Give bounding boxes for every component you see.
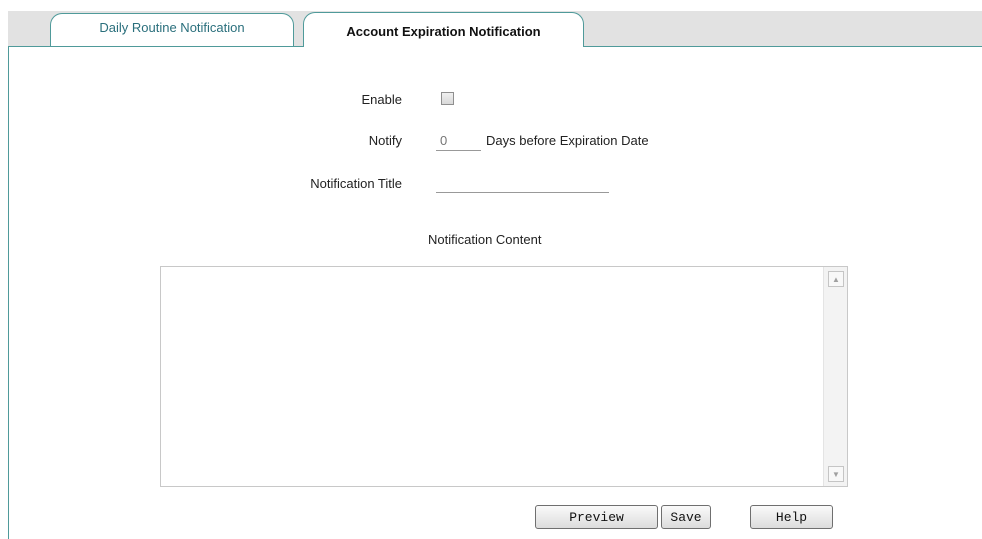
preview-button[interactable]: Preview — [535, 505, 658, 529]
notification-title-label: Notification Title — [310, 176, 402, 191]
scroll-up-arrow-icon[interactable]: ▲ — [828, 271, 844, 287]
tab-account-label: Account Expiration Notification — [346, 23, 541, 39]
notify-label: Notify — [368, 133, 402, 148]
tab-daily-routine-notification[interactable]: Daily Routine Notification — [50, 13, 294, 46]
notify-days-suffix: Days before Expiration Date — [486, 133, 649, 148]
help-button[interactable]: Help — [750, 505, 833, 529]
notification-content-textarea[interactable] — [161, 267, 821, 486]
tab-daily-label: Daily Routine Notification — [99, 19, 245, 35]
notification-title-input[interactable] — [436, 173, 609, 193]
notification-content-box: ▲ ▼ — [160, 266, 848, 487]
notification-content-label: Notification Content — [428, 232, 542, 247]
textarea-scrollbar[interactable]: ▲ ▼ — [823, 267, 847, 486]
notify-days-input[interactable] — [436, 131, 481, 151]
tab-account-expiration-notification[interactable]: Account Expiration Notification — [303, 12, 584, 49]
enable-label: Enable — [361, 92, 402, 107]
scroll-down-arrow-icon[interactable]: ▼ — [828, 466, 844, 482]
enable-checkbox[interactable] — [441, 92, 454, 105]
save-button[interactable]: Save — [661, 505, 711, 529]
